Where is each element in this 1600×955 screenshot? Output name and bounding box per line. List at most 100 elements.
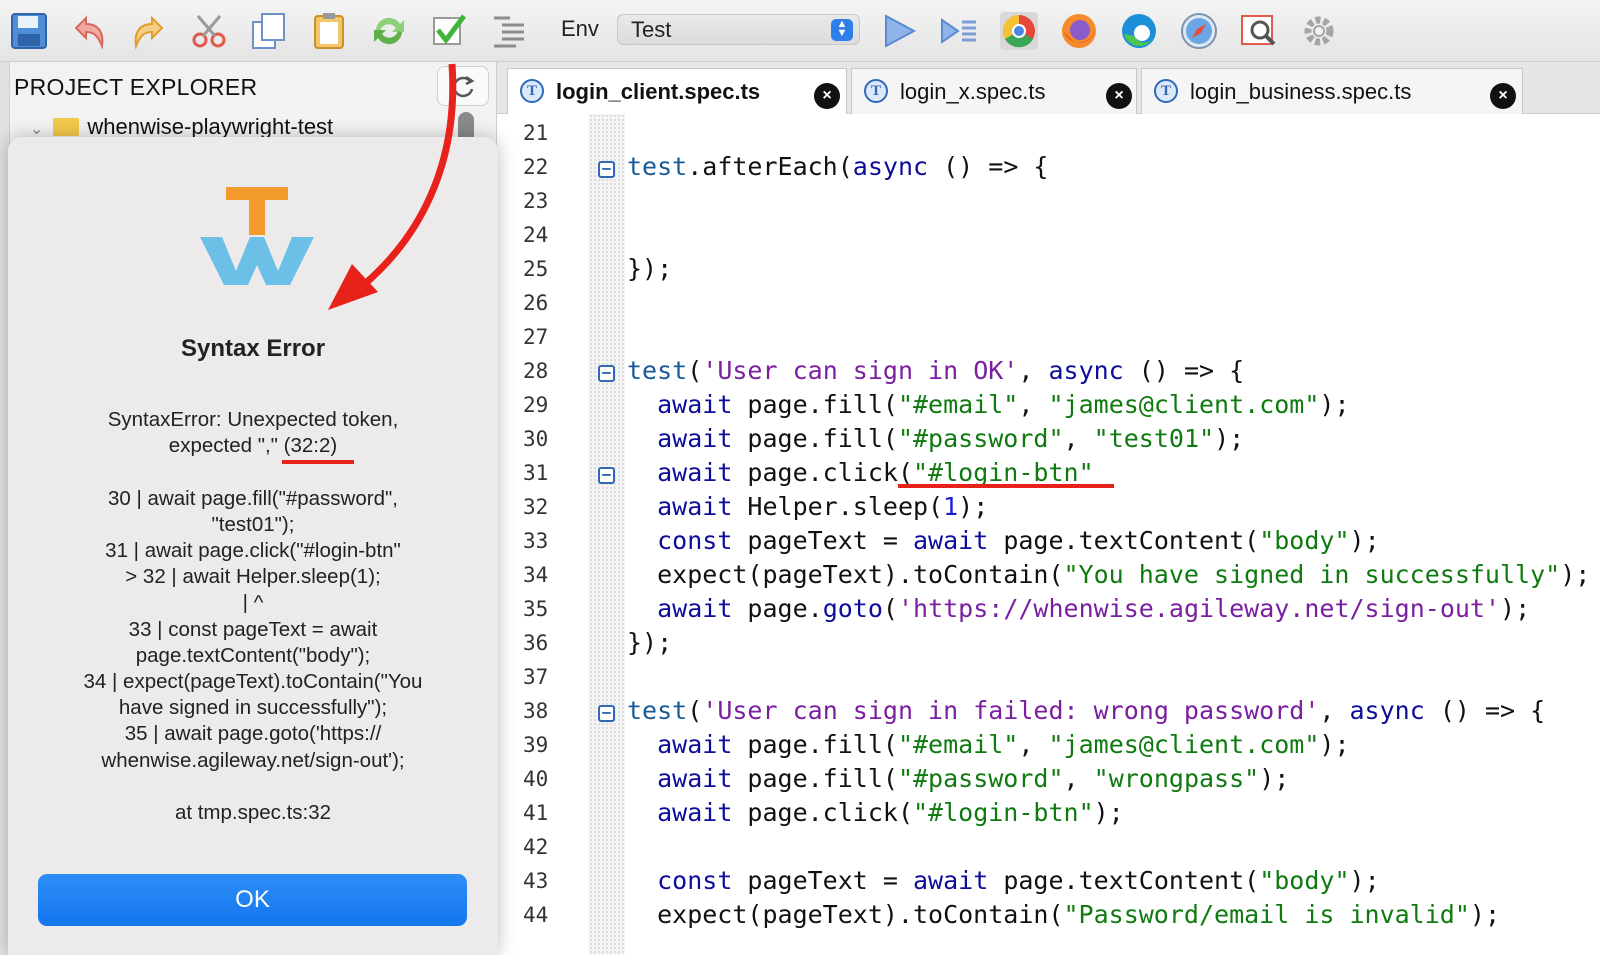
code-text: await page.fill("#email", "james@client.… <box>657 730 1350 759</box>
code-line[interactable]: 30 await page.fill("#password", "test01"… <box>497 422 1600 456</box>
line-number: 30 <box>523 427 549 451</box>
code-line[interactable]: 26 <box>497 286 1600 320</box>
undo-icon[interactable] <box>66 8 112 54</box>
line-number: 33 <box>523 529 549 553</box>
select-chevron-icon: ▲ ▼ <box>831 19 853 41</box>
code-line[interactable]: 35 await page.goto('https://whenwise.agi… <box>497 592 1600 626</box>
run-selected-icon[interactable] <box>936 8 982 54</box>
code-editor[interactable]: 21 22− test.afterEach(async () => {23 24 25}… <box>497 114 1600 955</box>
line-number: 35 <box>523 597 549 621</box>
code-line[interactable]: 33 const pageText = await page.textConte… <box>497 524 1600 558</box>
code-text: }); <box>627 628 673 657</box>
code-line[interactable]: 36}); <box>497 626 1600 660</box>
paste-icon[interactable] <box>306 8 352 54</box>
firefox-icon[interactable] <box>1056 8 1102 54</box>
tab-label: login_client.spec.ts <box>556 79 761 104</box>
line-number: 38 <box>523 699 549 723</box>
code-line[interactable]: 34 expect(pageText).toContain("You have … <box>497 558 1600 592</box>
code-line[interactable]: 39 await page.fill("#email", "james@clie… <box>497 728 1600 762</box>
code-text: }); <box>627 254 673 283</box>
tree-item-label: whenwise-playwright-test <box>87 114 334 139</box>
dialog-message: SyntaxError: Unexpected token, expected … <box>83 408 423 825</box>
code-line[interactable]: 25}); <box>497 252 1600 286</box>
line-number: 42 <box>523 835 549 859</box>
code-line[interactable]: 43 const pageText = await page.textConte… <box>497 864 1600 898</box>
panel-title: PROJECT EXPLORER <box>14 74 258 100</box>
tab-login-business[interactable]: T login_business.spec.ts × <box>1141 68 1523 114</box>
line-number: 25 <box>523 257 549 281</box>
fold-toggle-icon[interactable]: − <box>598 365 615 382</box>
copy-icon[interactable] <box>246 8 292 54</box>
play-icon[interactable] <box>876 8 922 54</box>
code-line[interactable]: 40 await page.fill("#password", "wrongpa… <box>497 762 1600 796</box>
line-number: 36 <box>523 631 549 655</box>
line-number: 27 <box>523 325 549 349</box>
code-text: const pageText = await page.textContent(… <box>657 526 1380 555</box>
close-icon[interactable]: × <box>1106 83 1132 109</box>
code-line[interactable]: 22 − test.afterEach(async () => { <box>497 150 1600 184</box>
line-number: 28 <box>523 359 549 383</box>
tab-login-client[interactable]: T login_client.spec.ts × <box>507 68 847 114</box>
fold-toggle-icon[interactable]: − <box>598 161 615 178</box>
annotation-arrow <box>328 63 457 310</box>
line-number: 44 <box>523 903 549 927</box>
refresh-icon[interactable] <box>366 8 412 54</box>
code-text: await page.fill("#password", "wrongpass"… <box>657 764 1290 793</box>
env-select[interactable]: Test ▲ ▼ <box>617 14 860 45</box>
env-select-value: Test <box>631 17 672 42</box>
line-number: 41 <box>523 801 549 825</box>
code-text: test('User can sign in failed: wrong pas… <box>627 696 1546 725</box>
code-line[interactable]: 29 await page.fill("#email", "james@clie… <box>497 388 1600 422</box>
line-number: 34 <box>523 563 549 587</box>
code-line[interactable]: 23 <box>497 184 1600 218</box>
line-number: 39 <box>523 733 549 757</box>
line-number: 43 <box>523 869 549 893</box>
code-text: await page.click("#login-btn"); <box>657 798 1124 827</box>
tab-label: login_x.spec.ts <box>900 79 1046 104</box>
save-icon[interactable] <box>6 8 52 54</box>
safari-icon[interactable] <box>1176 8 1222 54</box>
cut-icon[interactable] <box>186 8 232 54</box>
line-number: 21 <box>523 121 549 145</box>
line-number: 37 <box>523 665 549 689</box>
code-text: expect(pageText).toContain("Password/ema… <box>627 900 1500 929</box>
line-number: 31 <box>523 461 549 485</box>
folder-icon <box>53 118 80 136</box>
code-text: expect(pageText).toContain("You have sig… <box>627 560 1591 589</box>
check-icon[interactable] <box>426 8 472 54</box>
code-text: await page.fill("#email", "james@client.… <box>657 390 1350 419</box>
code-line[interactable]: 28 − test('User can sign in OK', async () … <box>497 354 1600 388</box>
inspect-icon[interactable] <box>1236 8 1282 54</box>
close-icon[interactable]: × <box>814 83 840 109</box>
code-line[interactable]: 21 <box>497 116 1600 150</box>
code-line[interactable]: 37 <box>497 660 1600 694</box>
fold-toggle-icon[interactable]: − <box>598 705 615 722</box>
code-line[interactable]: 42 <box>497 830 1600 864</box>
list-icon[interactable] <box>486 8 532 54</box>
code-line[interactable]: 38 − test('User can sign in failed: wrong … <box>497 694 1600 728</box>
dialog-title: Syntax Error <box>180 335 326 362</box>
fold-toggle-icon[interactable]: − <box>598 467 615 484</box>
edge-icon[interactable] <box>1116 8 1162 54</box>
redo-icon[interactable] <box>126 8 172 54</box>
ok-button[interactable]: OK <box>38 874 467 926</box>
code-line[interactable]: 41 await page.click("#login-btn"); <box>497 796 1600 830</box>
code-line[interactable]: 27 <box>497 320 1600 354</box>
tab-login-x[interactable]: T login_x.spec.ts × <box>851 68 1137 114</box>
settings-icon[interactable] <box>1296 8 1342 54</box>
env-label: Env <box>561 16 599 41</box>
code-text: const pageText = await page.textContent(… <box>657 866 1380 895</box>
line-number: 32 <box>523 495 549 519</box>
close-icon[interactable]: × <box>1490 83 1516 109</box>
code-text: await page.goto('https://whenwise.agilew… <box>657 594 1531 623</box>
code-line[interactable]: 32 await Helper.sleep(1); <box>497 490 1600 524</box>
chevron-down-icon: ⌄ <box>30 121 44 138</box>
typescript-file-icon: T <box>1154 79 1178 103</box>
chrome-icon[interactable] <box>996 8 1042 54</box>
line-number: 29 <box>523 393 549 417</box>
code-line[interactable]: 44 expect(pageText).toContain("Password/… <box>497 898 1600 932</box>
testwise-ide-window: Env Test ▲ ▼ PROJECT EXPLORER ⌄ whenwise… <box>0 0 1600 955</box>
tab-label: login_business.spec.ts <box>1190 79 1412 104</box>
code-line[interactable]: 24 <box>497 218 1600 252</box>
code-text: await Helper.sleep(1); <box>657 492 989 521</box>
